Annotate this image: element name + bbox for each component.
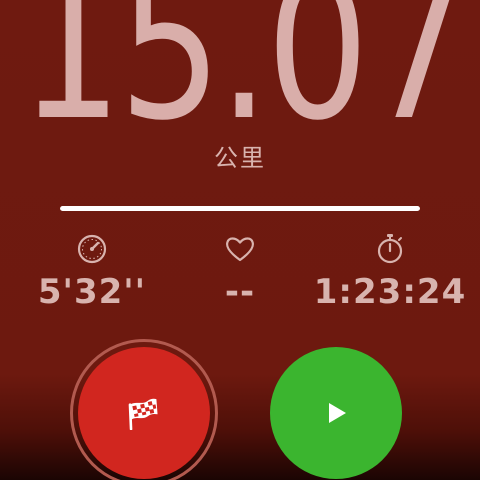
duration-stat: 1:23:24 <box>310 232 470 312</box>
heart-icon <box>226 237 254 262</box>
distance-value: 15.07 <box>19 0 469 164</box>
pace-stat: 5'32'' <box>12 232 172 312</box>
resume-button[interactable] <box>270 347 402 479</box>
play-icon <box>329 403 346 423</box>
pace-value: 5'32'' <box>37 272 147 312</box>
finish-button[interactable] <box>78 347 210 479</box>
progress-fill <box>60 206 420 211</box>
heart-rate-stat: -- <box>160 232 320 312</box>
stopwatch-icon <box>377 234 403 264</box>
progress-bar <box>60 206 420 211</box>
duration-value: 1:23:24 <box>313 272 467 312</box>
heart-rate-value: -- <box>224 272 256 312</box>
speedometer-icon <box>77 234 107 264</box>
checkered-flag-icon <box>128 398 158 430</box>
distance-unit: 公里 <box>214 144 266 172</box>
